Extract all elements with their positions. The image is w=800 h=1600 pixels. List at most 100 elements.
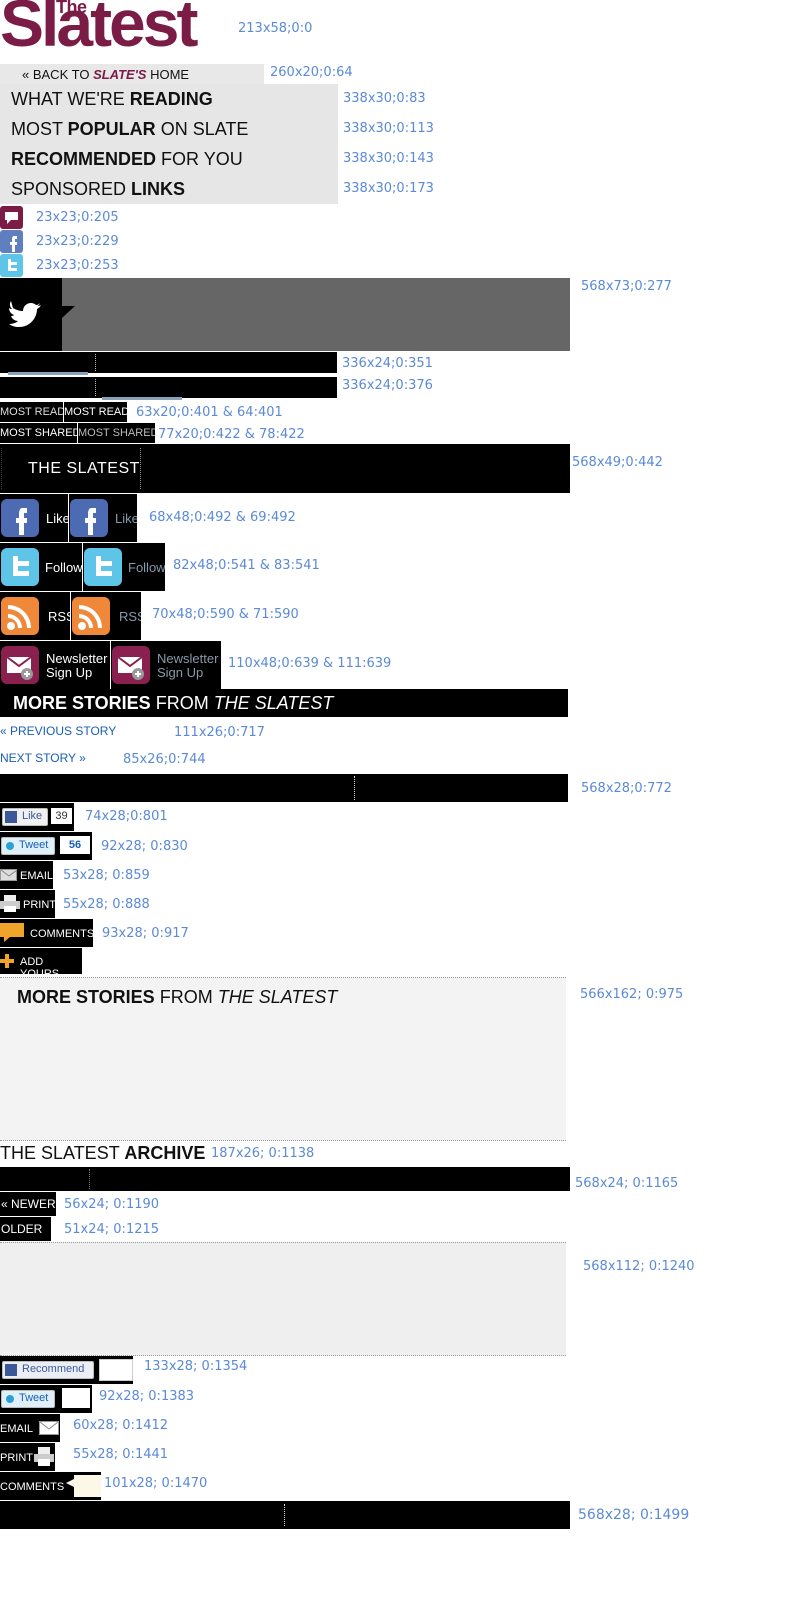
comment-bubble-icon: [66, 1475, 101, 1497]
rss-button[interactable]: RSS: [0, 592, 70, 640]
twitter-follow-button-hover[interactable]: Follow: [83, 543, 165, 591]
older-button[interactable]: OLDER »: [0, 1217, 51, 1241]
annotation: 260x20;0:64: [270, 65, 353, 80]
share-bar: [0, 774, 568, 802]
tweet-button[interactable]: Tweet: [0, 1385, 92, 1413]
comment-bubble-icon: [0, 923, 24, 942]
annotation: 92x28; 0:1383: [99, 1389, 195, 1404]
facebook-like-button-hover[interactable]: Like: [69, 494, 137, 542]
printer-icon: [34, 1447, 54, 1466]
newsletter-signup-button[interactable]: Newsletter Sign Up: [0, 641, 110, 689]
comments-button[interactable]: COMMENTS: [0, 1472, 101, 1500]
tab-most-popular[interactable]: MOST POPULAR ON SLATE: [0, 114, 338, 144]
annotation: 568x28; 0:1499: [578, 1507, 690, 1523]
rss-icon: [1, 597, 39, 635]
twitter-icon: [1, 548, 39, 586]
facebook-like-button[interactable]: Like: [0, 494, 68, 542]
most-read-tab-active[interactable]: MOST READ: [64, 402, 127, 422]
twitter-bird-icon: [6, 1395, 14, 1403]
annotation: 213x58;0:0: [238, 21, 313, 36]
active-indicator: [8, 372, 88, 375]
annotation: 55x28; 0:888: [63, 897, 150, 912]
twitter-banner: [0, 278, 570, 351]
twitter-icon: [84, 548, 122, 586]
comment-icon[interactable]: [0, 206, 23, 229]
tweet-count: 56: [60, 836, 90, 854]
more-stories-header: MORE STORIES FROM THE SLATEST: [0, 689, 568, 717]
previous-story-link[interactable]: « PREVIOUS STORY: [0, 724, 116, 738]
facebook-icon[interactable]: [0, 230, 23, 253]
footer-bar: [0, 1501, 570, 1529]
annotation: 568x73;0:277: [581, 279, 672, 294]
most-read-tab[interactable]: MOST READ: [0, 402, 63, 422]
tab-recommended[interactable]: RECOMMENDED FOR YOU: [0, 144, 338, 174]
facebook-like-share[interactable]: Like 39: [0, 803, 74, 831]
newer-button[interactable]: « NEWER: [0, 1192, 56, 1216]
comments-share[interactable]: COMMENTS: [0, 919, 93, 947]
archive-bar: [0, 1167, 570, 1191]
printer-icon: [0, 895, 20, 912]
tweet-share[interactable]: Tweet 56: [0, 832, 92, 860]
print-button[interactable]: PRINT: [0, 1443, 55, 1471]
annotation: 336x24;0:351: [342, 356, 433, 371]
annotation: 568x28;0:772: [581, 781, 672, 796]
twitter-bird-icon: [6, 842, 14, 850]
add-yours-button[interactable]: ADD YOURS: [0, 948, 82, 974]
annotation: 70x48;0:590 & 71:590: [152, 607, 299, 622]
annotation: 338x30;0:143: [343, 151, 434, 166]
next-story-link[interactable]: NEXT STORY »: [0, 751, 86, 765]
logo-slatest: Slatest: [0, 0, 198, 60]
newsletter-signup-button-hover[interactable]: Newsletter Sign Up: [111, 641, 221, 689]
annotation: 51x24; 0:1215: [64, 1222, 160, 1237]
like-count: 39: [51, 808, 72, 824]
envelope-icon: [39, 1421, 59, 1435]
back-to-home-link[interactable]: « BACK TO SLATE'S HOME: [0, 64, 264, 84]
most-tabs-bar-2: [0, 377, 337, 400]
annotation: 566x162; 0:975: [580, 987, 684, 1002]
rss-icon: [72, 597, 110, 635]
facebook-icon: [5, 811, 17, 823]
most-shared-tab-active[interactable]: MOST SHARED: [78, 423, 155, 443]
facebook-icon: [1, 499, 39, 537]
tab-what-were-reading[interactable]: WHAT WE'RE READING: [0, 84, 338, 114]
email-button[interactable]: EMAIL: [0, 1414, 60, 1442]
annotation: 101x28; 0:1470: [104, 1476, 208, 1491]
recommend-count: [99, 1359, 133, 1381]
annotation: 338x30;0:113: [343, 121, 434, 136]
facebook-icon: [70, 499, 108, 537]
annotation: 338x30;0:173: [343, 181, 434, 196]
twitter-bird-block: [0, 278, 75, 351]
annotation: 55x28; 0:1441: [73, 1447, 169, 1462]
facebook-icon: [5, 1364, 17, 1376]
email-share[interactable]: EMAIL: [0, 861, 53, 889]
print-share[interactable]: PRINT: [0, 890, 55, 918]
slatest-header-bar: THE SLATEST: [0, 444, 570, 493]
archive-title: THE SLATEST ARCHIVE: [0, 1143, 206, 1163]
annotation: 338x30;0:83: [343, 91, 426, 106]
more-stories-panel: MORE STORIES FROM THE SLATEST: [0, 977, 566, 1141]
annotation: 23x23;0:253: [36, 258, 119, 273]
facebook-recommend-button[interactable]: Recommend: [0, 1356, 133, 1384]
annotation: 60x28; 0:1412: [73, 1418, 169, 1433]
annotation: 93x28; 0:917: [102, 926, 189, 941]
rss-button-hover[interactable]: RSS: [71, 592, 141, 640]
tab-sponsored-links[interactable]: SPONSORED LINKS: [0, 174, 338, 204]
annotation: 23x23;0:229: [36, 234, 119, 249]
annotation: 187x26; 0:1138: [211, 1146, 315, 1161]
annotation: 74x28;0:801: [85, 809, 168, 824]
envelope-icon: [112, 646, 150, 684]
active-indicator: [102, 397, 182, 400]
most-shared-tab[interactable]: MOST SHARED: [0, 423, 77, 443]
envelope-icon: [0, 869, 18, 881]
slatest-header-title: THE SLATEST: [28, 460, 140, 477]
annotation: 568x112; 0:1240: [583, 1259, 695, 1274]
envelope-icon: [1, 646, 39, 684]
most-tabs-bar-1: [0, 352, 337, 375]
twitter-follow-button[interactable]: Follow: [0, 543, 82, 591]
twitter-icon[interactable]: [0, 254, 23, 277]
tweet-count-box: [62, 1388, 90, 1408]
annotation: 92x28; 0:830: [101, 839, 188, 854]
annotation: 111x26;0:717: [174, 725, 265, 740]
more-stories-title: MORE STORIES FROM THE SLATEST: [17, 987, 338, 1007]
annotation: 68x48;0:492 & 69:492: [149, 510, 296, 525]
